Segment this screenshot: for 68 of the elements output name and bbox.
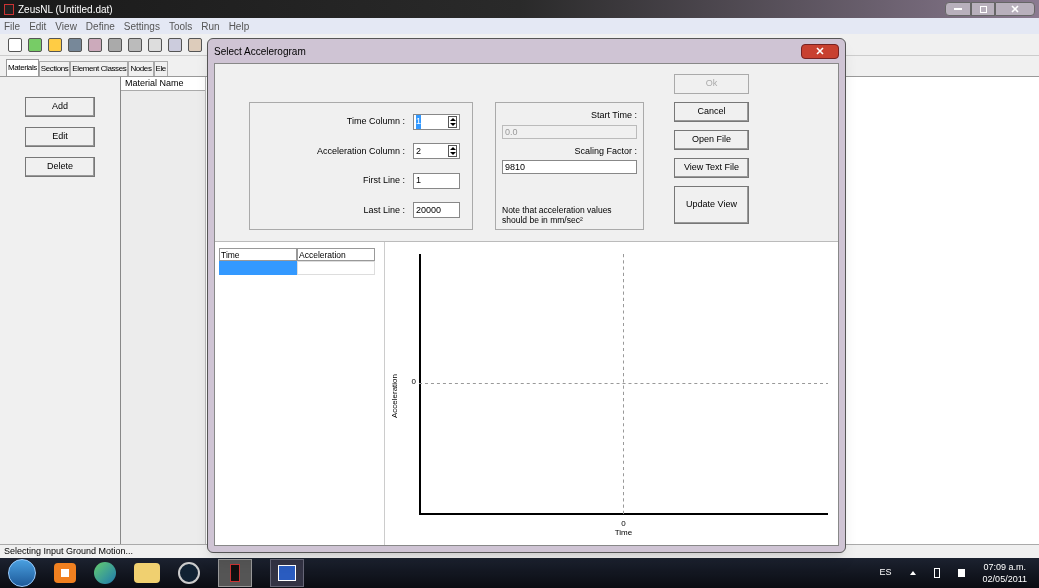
- toolbar-icon[interactable]: [48, 37, 62, 52]
- close-icon: [1011, 5, 1019, 13]
- x-axis-label: Time: [614, 528, 633, 537]
- spin-arrows-icon[interactable]: [448, 145, 457, 158]
- field-label: Start Time :: [591, 109, 637, 122]
- close-button[interactable]: [995, 2, 1035, 16]
- field-label: First Line :: [363, 174, 405, 187]
- table-cell[interactable]: [297, 261, 375, 275]
- menu-item[interactable]: Tools: [168, 18, 193, 34]
- side-button[interactable]: Add: [25, 97, 95, 117]
- clock-time[interactable]: 07:09 a.m.: [983, 561, 1027, 573]
- app-taskbar-icon[interactable]: [218, 559, 252, 587]
- table-cell[interactable]: [219, 261, 297, 275]
- clock-date[interactable]: 02/05/2011: [982, 573, 1027, 585]
- menu-item[interactable]: View: [55, 18, 77, 34]
- toolbar-icon[interactable]: [148, 37, 162, 52]
- toolbar-icon[interactable]: [168, 37, 182, 52]
- y-axis-label: Acceleration: [389, 373, 400, 418]
- menu-item[interactable]: Run: [201, 18, 220, 34]
- spin-field[interactable]: 2: [413, 143, 460, 160]
- menu-item[interactable]: Define: [85, 18, 115, 34]
- dialog-title: Select Accelerogram: [214, 44, 306, 59]
- app-icon: [4, 3, 14, 15]
- dialog-button[interactable]: Update View: [674, 186, 749, 224]
- side-button[interactable]: Edit: [25, 127, 95, 147]
- field-label: Acceleration Column :: [316, 144, 405, 158]
- toolbar-icon[interactable]: [28, 37, 42, 52]
- minimize-button[interactable]: [945, 2, 971, 16]
- dialog-button[interactable]: Open File: [674, 130, 749, 150]
- spin-arrows-icon[interactable]: [448, 115, 457, 128]
- start-button[interactable]: [8, 559, 36, 587]
- toolbar-icon[interactable]: [68, 37, 82, 52]
- column-header[interactable]: Material Name: [121, 77, 205, 91]
- input-field[interactable]: 9810: [502, 160, 637, 174]
- tab[interactable]: Materials: [6, 59, 39, 76]
- dialog-button[interactable]: Cancel: [674, 102, 749, 122]
- close-icon: [816, 47, 824, 55]
- tab[interactable]: Sections: [38, 61, 71, 76]
- column-header[interactable]: Acceleration: [297, 248, 375, 261]
- y-tick-label: 0: [411, 375, 416, 388]
- tab[interactable]: Element Classes: [70, 61, 129, 76]
- language-indicator[interactable]: ES: [879, 566, 892, 580]
- note-text: Note that acceleration values should be in mm/sec²: [502, 205, 613, 225]
- window-title: ZeusNL (Untitled.dat): [18, 2, 113, 17]
- toolbar-icon[interactable]: [88, 37, 102, 52]
- x-tick-label: 0: [621, 519, 626, 528]
- input-field[interactable]: 1: [413, 172, 460, 189]
- toolbar-icon[interactable]: [188, 37, 202, 52]
- toolbar-icon[interactable]: [8, 37, 22, 52]
- battery-icon[interactable]: [933, 568, 940, 578]
- close-button[interactable]: [801, 43, 839, 59]
- field-label: Last Line :: [363, 203, 405, 217]
- menu-item[interactable]: Edit: [29, 18, 47, 34]
- dialog-button[interactable]: View Text File: [674, 158, 749, 178]
- field-label: Time Column :: [346, 115, 405, 128]
- column-header[interactable]: Time: [219, 248, 297, 261]
- side-button[interactable]: Delete: [25, 157, 95, 177]
- folder-icon[interactable]: [134, 563, 160, 583]
- field-label: Scaling Factor :: [574, 144, 637, 158]
- tray-arrow-icon[interactable]: [909, 571, 916, 575]
- menu-item[interactable]: Settings: [123, 18, 160, 34]
- toolbar-icon[interactable]: [128, 37, 142, 52]
- tab[interactable]: Nodes: [128, 61, 154, 76]
- menu-item[interactable]: File: [4, 18, 21, 34]
- input-field[interactable]: 20000: [413, 202, 460, 219]
- menu-item[interactable]: Help: [228, 18, 250, 34]
- maximize-button[interactable]: [971, 2, 995, 16]
- toolbar-icon[interactable]: [108, 37, 122, 52]
